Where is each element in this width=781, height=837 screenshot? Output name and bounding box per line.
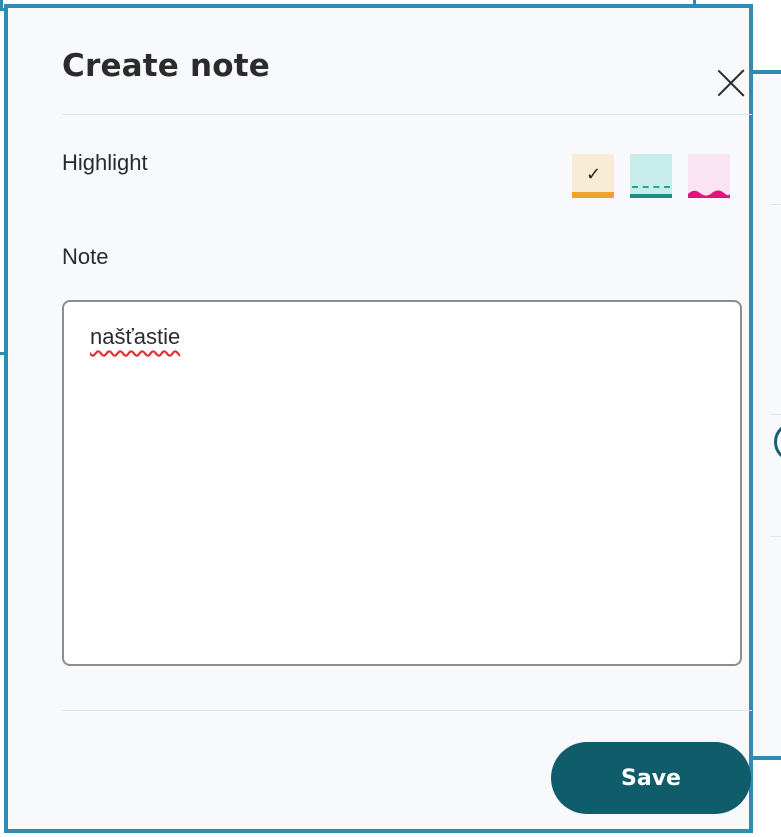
highlight-yellow-swatch[interactable]: ✓ [572,154,614,198]
side-panel-divider [770,536,781,537]
highlight-label: Highlight [62,150,148,175]
teal-underline [630,194,672,198]
pink-wavy-underline [688,190,730,198]
yellow-underline [572,192,614,198]
side-panel-circle-icon [774,422,781,462]
dialog-title: Create note [62,48,271,84]
side-panel-divider [770,204,781,205]
check-icon: ✓ [586,164,602,185]
create-note-dialog: Create note Highlight ✓ Note našťastie S… [4,4,753,833]
highlight-swatches: ✓ [572,154,730,198]
footer-divider [62,710,752,711]
side-panel-divider [770,414,781,415]
save-button[interactable]: Save [551,742,751,814]
note-textarea[interactable]: našťastie [62,300,742,666]
close-icon[interactable] [714,64,750,100]
note-label: Note [62,244,109,269]
teal-dashed-underline [632,186,670,188]
highlight-teal-swatch[interactable] [630,154,672,198]
highlight-pink-swatch[interactable] [688,154,730,198]
note-text: našťastie [90,324,181,349]
header-divider [62,114,752,115]
